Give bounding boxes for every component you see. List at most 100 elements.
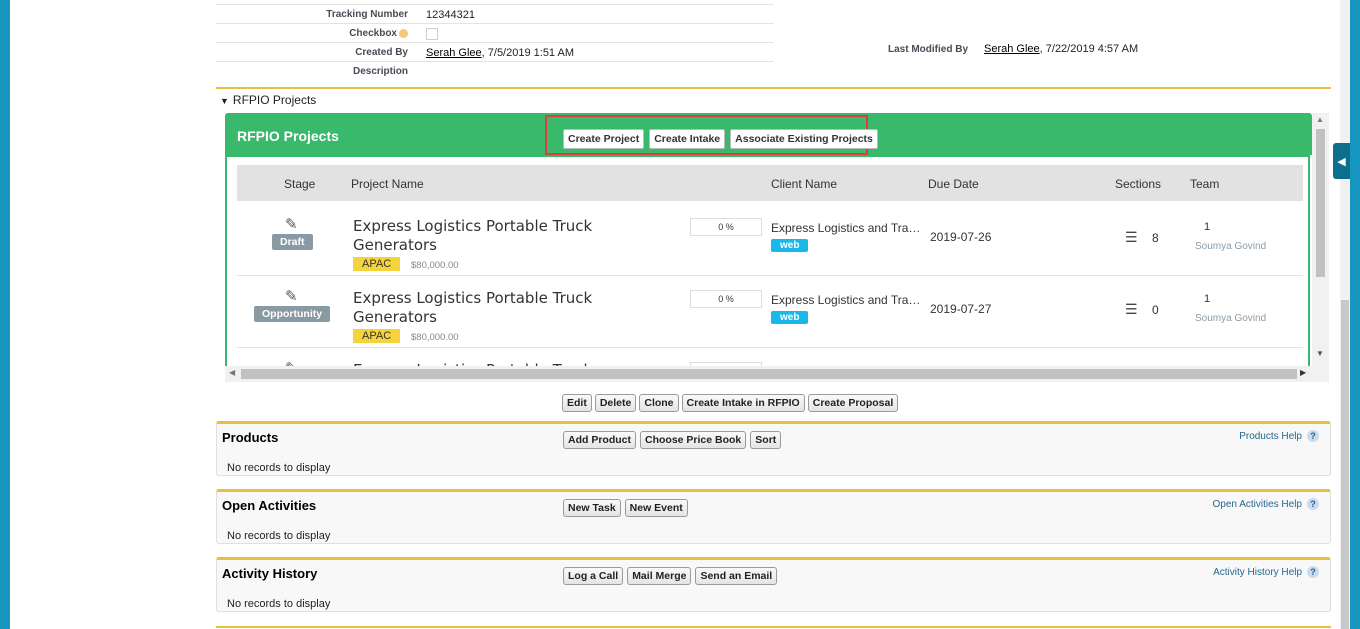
table-vertical-scrollbar[interactable]: ▲ ▼ (1312, 113, 1329, 369)
created-by-user-link[interactable]: Serah Glee (426, 47, 482, 59)
create-intake-button[interactable]: Create Intake (649, 129, 726, 149)
scroll-up-icon[interactable]: ▲ (1316, 115, 1324, 124)
last-modified-date: , 7/22/2019 4:57 AM (1039, 43, 1139, 55)
new-event-button[interactable]: New Event (624, 499, 688, 517)
help-icon[interactable]: ? (1307, 430, 1319, 442)
created-by-date: , 7/5/2019 1:51 AM (481, 47, 575, 59)
create-proposal-button[interactable]: Create Proposal (807, 394, 899, 412)
rfpio-section-toggle[interactable]: ▼ RFPIO Projects (220, 93, 316, 107)
region-badge: APAC (353, 257, 401, 271)
team-count: 1 (1204, 221, 1211, 233)
progress-indicator: 0 % (690, 218, 762, 236)
mail-merge-button[interactable]: Mail Merge (627, 567, 692, 585)
column-header-stage[interactable]: Stage (284, 177, 315, 191)
team-member: Soumya Govind (1195, 241, 1267, 252)
stage-badge: Draft (272, 234, 313, 250)
create-project-button[interactable]: Create Project (563, 129, 645, 149)
due-date: 2019-07-27 (930, 302, 992, 316)
clone-button[interactable]: Clone (639, 394, 679, 412)
column-header-sections[interactable]: Sections (1115, 177, 1161, 191)
add-product-button[interactable]: Add Product (563, 431, 636, 449)
region-badge: APAC (353, 329, 401, 343)
open-activities-related-list: Open Activities New Task New Event Open … (216, 489, 1331, 544)
column-header-due-date[interactable]: Due Date (928, 177, 979, 191)
choose-price-book-button[interactable]: Choose Price Book (640, 431, 747, 449)
help-icon[interactable]: ? (1307, 566, 1319, 578)
page-scrollbar[interactable] (1340, 0, 1350, 629)
description-label: Description (352, 66, 408, 77)
stage-badge: Opportunity (254, 306, 331, 322)
open-activities-help-link[interactable]: Open Activities Help (1213, 499, 1303, 510)
collapse-sidebar-icon[interactable]: ◀ (1333, 143, 1350, 179)
tracking-number-label: Tracking Number (326, 9, 408, 20)
window-frame-right (1350, 0, 1360, 629)
table-row[interactable]: ✎ Opportunity Express Logistics Portable… (237, 275, 1303, 348)
related-list-title: Activity History (222, 566, 318, 581)
column-header-client-name[interactable]: Client Name (771, 177, 837, 191)
pencil-icon[interactable]: ✎ (285, 215, 298, 233)
scroll-down-icon[interactable]: ▼ (1316, 349, 1324, 358)
rfpio-panel: RFPIO Projects Create Project Create Int… (225, 113, 1329, 382)
amount-text: $80,000.00 (411, 260, 459, 271)
create-intake-in-rfpio-button[interactable]: Create Intake in RFPIO (681, 394, 805, 412)
empty-message: No records to display (227, 598, 331, 610)
empty-message: No records to display (227, 462, 331, 474)
products-related-list: Products Add Product Choose Price Book S… (216, 421, 1331, 476)
column-header-project-name[interactable]: Project Name (351, 177, 424, 191)
record-detail: Tracking Number 12344321 Checkbox Create… (216, 0, 1331, 80)
help-bubble-icon[interactable] (399, 28, 408, 38)
delete-button[interactable]: Delete (594, 394, 637, 412)
scroll-left-icon[interactable]: ◀ (229, 368, 235, 377)
new-task-button[interactable]: New Task (563, 499, 621, 517)
section-divider (216, 626, 1331, 628)
activity-history-help-link[interactable]: Activity History Help (1213, 567, 1302, 578)
associate-existing-projects-button[interactable]: Associate Existing Projects (730, 129, 878, 149)
triangle-down-icon: ▼ (220, 96, 229, 106)
rfpio-section-label: RFPIO Projects (232, 93, 317, 107)
rfpio-button-group: Create Project Create Intake Associate E… (563, 129, 878, 149)
window-frame-left (0, 0, 10, 629)
rfpio-table: Stage Project Name Client Name Due Date … (225, 155, 1310, 369)
list-icon: ☰ (1125, 301, 1138, 317)
tracking-number-row: Tracking Number 12344321 (216, 5, 774, 24)
table-row[interactable]: ✎ Draft Express Logistics Portable Truck… (237, 203, 1303, 276)
column-header-team[interactable]: Team (1190, 177, 1219, 191)
sections-count: 8 (1152, 231, 1159, 245)
table-horizontal-scrollbar[interactable]: ◀ ▶ (225, 366, 1329, 382)
checkbox-label: Checkbox (349, 28, 397, 39)
description-row: Description (216, 62, 774, 80)
client-tag: web (771, 239, 809, 252)
sections-count: 0 (1152, 303, 1159, 317)
products-help-link[interactable]: Products Help (1239, 431, 1302, 442)
last-modified-user-link[interactable]: Serah Glee (984, 43, 1040, 55)
tracking-number-value: 12344321 (426, 9, 475, 21)
due-date: 2019-07-26 (930, 230, 992, 244)
empty-message: No records to display (227, 530, 331, 542)
sort-button[interactable]: Sort (750, 431, 782, 449)
rfpio-panel-title: RFPIO Projects (237, 128, 339, 144)
pencil-icon[interactable]: ✎ (285, 287, 298, 305)
page-scrollbar-thumb[interactable] (1341, 300, 1349, 629)
checkbox-field (426, 28, 438, 41)
project-name-link[interactable]: Express Logistics Portable Truck Generat… (353, 217, 643, 255)
created-by-label: Created By (355, 47, 408, 58)
activity-history-related-list: Activity History Log a Call Mail Merge S… (216, 557, 1331, 612)
related-list-title: Products (222, 430, 279, 445)
list-icon: ☰ (1125, 229, 1138, 245)
horizontal-scrollbar-thumb[interactable] (241, 369, 1297, 379)
rfpio-panel-header: RFPIO Projects Create Project Create Int… (225, 113, 1312, 155)
log-a-call-button[interactable]: Log a Call (563, 567, 624, 585)
team-member: Soumya Govind (1195, 313, 1267, 324)
edit-button[interactable]: Edit (562, 394, 592, 412)
created-by-row: Created By Serah Glee, 7/5/2019 1:51 AM (216, 43, 774, 62)
team-count: 1 (1204, 293, 1211, 305)
amount-text: $80,000.00 (411, 332, 459, 343)
help-icon[interactable]: ? (1307, 498, 1319, 510)
client-name: Express Logistics and Transport (771, 221, 923, 235)
scroll-right-icon[interactable]: ▶ (1300, 368, 1306, 377)
table-header: Stage Project Name Client Name Due Date … (237, 165, 1303, 201)
table-scrollbar-thumb[interactable] (1316, 129, 1325, 277)
project-name-link[interactable]: Express Logistics Portable Truck Generat… (353, 289, 643, 327)
progress-indicator: 0 % (690, 290, 762, 308)
send-an-email-button[interactable]: Send an Email (695, 567, 778, 585)
